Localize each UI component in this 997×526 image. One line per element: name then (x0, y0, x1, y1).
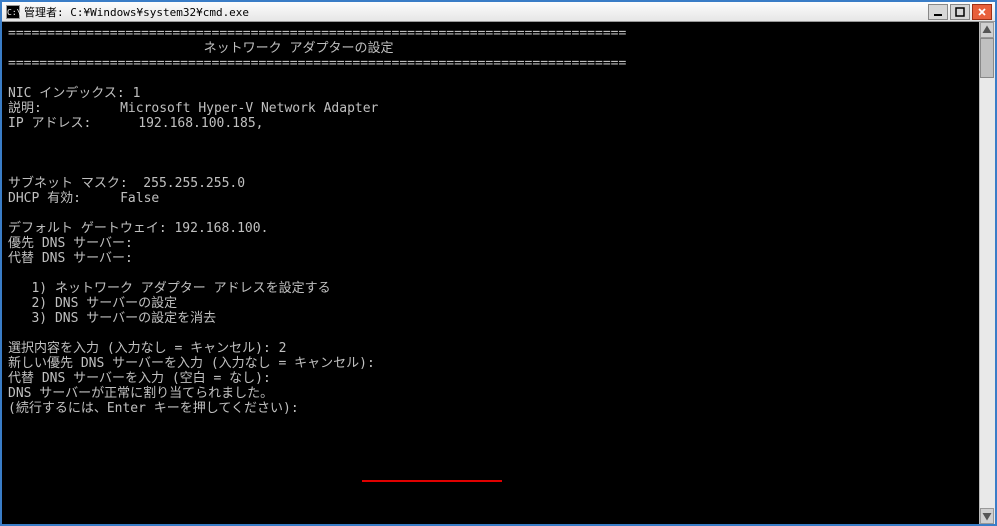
blank-line (8, 71, 973, 86)
blank-line (8, 266, 973, 281)
blank-line (8, 206, 973, 221)
chevron-up-icon (981, 24, 993, 36)
window-controls (928, 4, 995, 20)
blank-line (8, 326, 973, 341)
blank-line (8, 146, 973, 161)
client-area: ========================================… (2, 22, 995, 524)
subnet-line: サブネット マスク: 255.255.255.0 (8, 176, 973, 191)
divider-line: ========================================… (8, 56, 973, 71)
dns-primary-line: 優先 DNS サーバー: (8, 236, 973, 251)
scroll-up-button[interactable] (980, 22, 994, 38)
vertical-scrollbar[interactable] (979, 22, 995, 524)
terminal-output[interactable]: ========================================… (2, 22, 979, 524)
prompt-new-primary-line: 新しい優先 DNS サーバーを入力 (入力なし = キャンセル): (8, 356, 973, 371)
red-underline-annotation (362, 480, 502, 482)
scroll-down-button[interactable] (980, 508, 994, 524)
maximize-icon (955, 7, 965, 17)
scroll-thumb[interactable] (980, 38, 994, 78)
dns-alt-line: 代替 DNS サーバー: (8, 251, 973, 266)
minimize-icon (933, 7, 943, 17)
dhcp-line: DHCP 有効: False (8, 191, 973, 206)
continue-line: (続行するには、Enter キーを押してください): (8, 401, 973, 416)
maximize-button[interactable] (950, 4, 970, 20)
nic-index-line: NIC インデックス: 1 (8, 86, 973, 101)
minimize-button[interactable] (928, 4, 948, 20)
close-icon (977, 7, 987, 17)
cmd-window: C:\ 管理者: C:¥Windows¥system32¥cmd.exe ===… (0, 0, 997, 526)
titlebar[interactable]: C:\ 管理者: C:¥Windows¥system32¥cmd.exe (2, 2, 995, 22)
prompt-alt-line: 代替 DNS サーバーを入力 (空白 = なし): (8, 371, 973, 386)
cmd-icon: C:\ (6, 5, 20, 19)
window-title: 管理者: C:¥Windows¥system32¥cmd.exe (24, 4, 928, 20)
option-line: 2) DNS サーバーの設定 (8, 296, 973, 311)
option-line: 1) ネットワーク アダプター アドレスを設定する (8, 281, 973, 296)
blank-line (8, 131, 973, 146)
prompt-select-line: 選択内容を入力 (入力なし = キャンセル): 2 (8, 341, 973, 356)
assigned-ok-line: DNS サーバーが正常に割り当てられました。 (8, 386, 973, 401)
description-line: 説明: Microsoft Hyper-V Network Adapter (8, 101, 973, 116)
close-button[interactable] (972, 4, 992, 20)
blank-line (8, 161, 973, 176)
header-text: ネットワーク アダプターの設定 (8, 41, 973, 56)
ip-address-line: IP アドレス: 192.168.100.185, (8, 116, 973, 131)
gateway-line: デフォルト ゲートウェイ: 192.168.100. (8, 221, 973, 236)
chevron-down-icon (981, 510, 993, 522)
divider-line: ========================================… (8, 26, 973, 41)
option-line: 3) DNS サーバーの設定を消去 (8, 311, 973, 326)
